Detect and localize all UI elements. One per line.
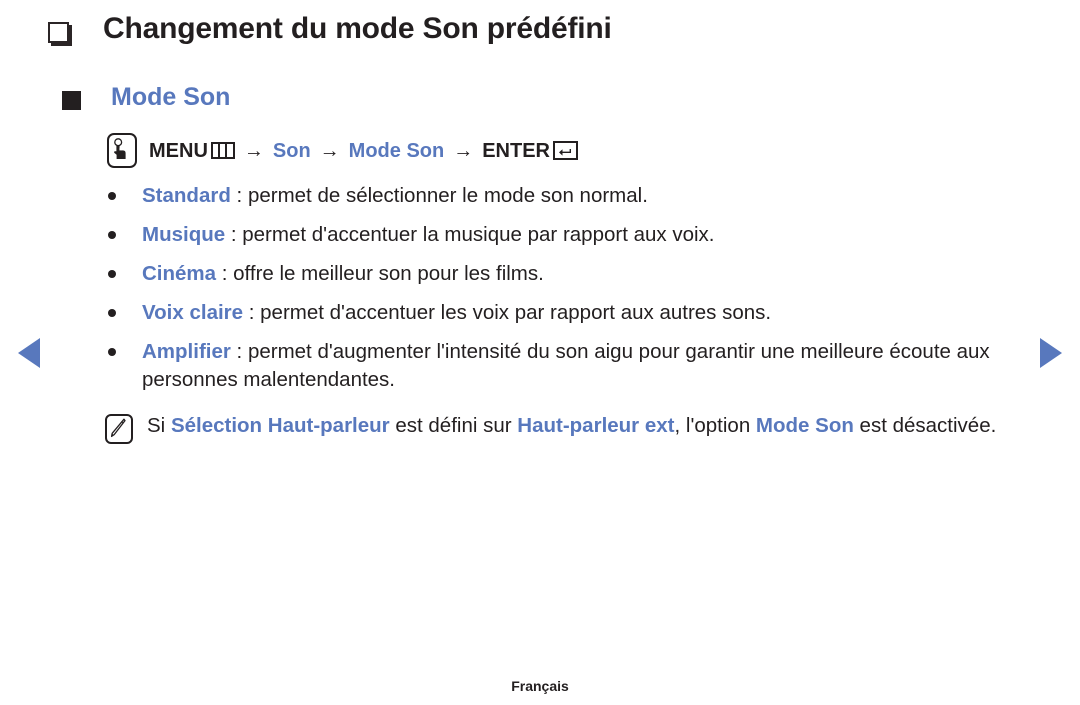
enter-return-icon xyxy=(553,141,579,160)
menu-path-menu-label: MENU xyxy=(149,139,208,162)
list-item-body: Amplifier : permet d'augmenter l'intensi… xyxy=(142,338,1008,394)
mode-description: offre le meilleur son pour les films. xyxy=(233,262,544,285)
note-term-speaker-select: Sélection Haut-parleur xyxy=(170,414,390,437)
mode-term: Standard xyxy=(142,184,231,207)
menu-path-arrow-3: → xyxy=(453,139,474,162)
prev-page-arrow[interactable] xyxy=(18,338,40,368)
page-title: Changement du mode Son prédéfini xyxy=(48,10,612,48)
list-item-body: Standard : permet de sélectionner le mod… xyxy=(142,182,1008,210)
oo-remote-icon xyxy=(107,133,137,168)
menu-grid-icon xyxy=(210,142,235,159)
page-title-text: Changement du mode Son prédéfini xyxy=(103,12,612,45)
list-item: Musique : permet d'accentuer la musique … xyxy=(108,221,1008,249)
list-item-body: Voix claire : permet d'accentuer les voi… xyxy=(142,299,1008,327)
note-part-3: , l'option xyxy=(674,414,756,437)
mode-term: Cinéma xyxy=(142,262,217,285)
mode-separator: : xyxy=(230,184,248,207)
note-part-4: est désactivée. xyxy=(853,414,997,437)
note-term-mode-son: Mode Son xyxy=(755,414,854,437)
footer-language: Français xyxy=(511,678,569,694)
mode-separator: : xyxy=(243,301,261,324)
note-text: Si Sélection Haut-parleur est défini sur… xyxy=(147,411,1005,441)
filled-square-bullet-icon xyxy=(62,91,81,110)
bullet-dot-icon xyxy=(108,192,116,200)
note-part-1: Si xyxy=(147,414,171,437)
mode-term: Musique xyxy=(142,223,226,246)
menu-path-arrow-2: → xyxy=(319,139,340,162)
next-page-arrow[interactable] xyxy=(1040,338,1062,368)
menu-path-arrow-1: → xyxy=(243,139,264,162)
sound-mode-list: Standard : permet de sélectionner le mod… xyxy=(108,182,1008,405)
note-part-2: est défini sur xyxy=(389,414,518,437)
list-item-body: Musique : permet d'accentuer la musique … xyxy=(142,221,1008,249)
list-item: Amplifier : permet d'augmenter l'intensi… xyxy=(108,338,1008,394)
bullet-dot-icon xyxy=(108,231,116,239)
section-heading: Mode Son xyxy=(62,82,230,113)
menu-path: MENU → Son → Mode Son → ENTER xyxy=(107,133,579,168)
mode-separator: : xyxy=(225,223,243,246)
mode-term: Amplifier xyxy=(142,340,231,363)
menu-path-step-mode-son: Mode Son xyxy=(348,139,445,162)
mode-separator: : xyxy=(230,340,248,363)
note-pencil-icon xyxy=(105,414,133,444)
note-block: Si Sélection Haut-parleur est défini sur… xyxy=(105,411,1005,444)
outline-square-bullet-icon xyxy=(48,22,69,43)
bullet-dot-icon xyxy=(108,309,116,317)
bullet-dot-icon xyxy=(108,270,116,278)
list-item-body: Cinéma : offre le meilleur son pour les … xyxy=(142,260,1008,288)
list-item: Standard : permet de sélectionner le mod… xyxy=(108,182,1008,210)
mode-description: permet d'accentuer les voix par rapport … xyxy=(260,301,772,324)
menu-path-step-son: Son xyxy=(272,139,311,162)
mode-term: Voix claire xyxy=(142,301,244,324)
list-item: Cinéma : offre le meilleur son pour les … xyxy=(108,260,1008,288)
menu-path-enter-label: ENTER xyxy=(482,139,551,162)
mode-description: permet de sélectionner le mode son norma… xyxy=(247,184,648,207)
section-heading-text: Mode Son xyxy=(111,83,231,111)
mode-description: permet d'accentuer la musique par rappor… xyxy=(242,223,715,246)
manual-page: Changement du mode Son prédéfini Mode So… xyxy=(0,0,1080,705)
mode-description: permet d'augmenter l'intensité du son ai… xyxy=(142,340,990,391)
list-item: Voix claire : permet d'accentuer les voi… xyxy=(108,299,1008,327)
note-term-external-speaker: Haut-parleur ext xyxy=(517,414,675,437)
mode-separator: : xyxy=(216,262,234,285)
bullet-dot-icon xyxy=(108,348,116,356)
